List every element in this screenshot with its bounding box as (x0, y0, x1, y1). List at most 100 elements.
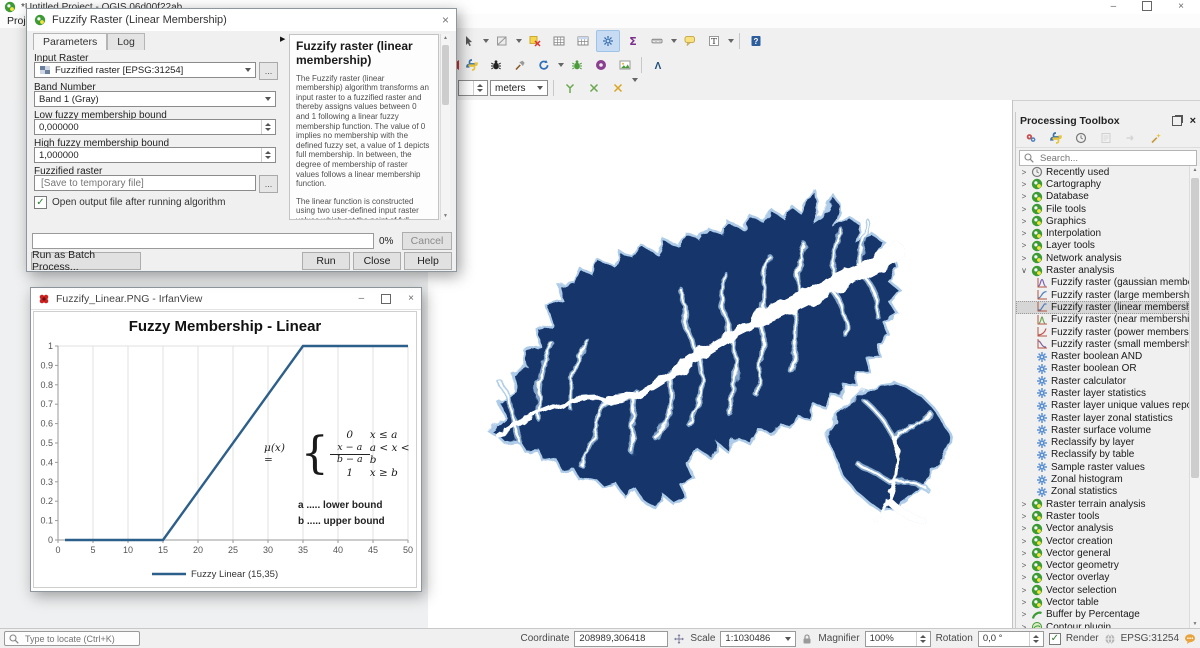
map-tips-button[interactable] (679, 31, 701, 51)
toolbox-history-button[interactable] (1070, 128, 1092, 148)
attribute-table-button[interactable] (548, 31, 570, 51)
toolbox-item-vector-overlay[interactable]: >Vector overlay (1016, 572, 1189, 584)
chevron-right-icon[interactable]: > (1020, 537, 1028, 546)
toolbox-model-file-button[interactable] (1095, 128, 1117, 148)
toolbox-item-buffer-by-percentage[interactable]: >Buffer by Percentage (1016, 609, 1189, 621)
input-raster-select[interactable]: Fuzzified raster [EPSG:31254] (34, 62, 256, 78)
iv-minimize-icon[interactable]: – (359, 293, 365, 304)
restore-icon[interactable] (1142, 1, 1152, 11)
iv-close-icon[interactable]: × (408, 293, 414, 304)
text-annotation-button-dropdown-icon[interactable] (728, 39, 734, 43)
toolbox-item-reclassify-by-table[interactable]: Reclassify by table (1016, 449, 1189, 461)
toolbox-item-vector-general[interactable]: >Vector general (1016, 547, 1189, 559)
close-button[interactable]: Close (353, 252, 401, 270)
chevron-right-icon[interactable]: > (1020, 512, 1028, 521)
toolbox-item-raster-layer-statistics[interactable]: Raster layer statistics (1016, 387, 1189, 399)
batch-process-button[interactable]: Run as Batch Process... (31, 252, 141, 270)
chevron-right-icon[interactable]: > (1020, 254, 1028, 263)
attribute-form-button[interactable] (572, 31, 594, 51)
close-panel-icon[interactable]: × (1190, 115, 1196, 127)
toolbox-scrollbar[interactable]: ▲ ▼ (1189, 166, 1200, 628)
toolbox-item-raster-layer-zonal-statistics[interactable]: Raster layer zonal statistics (1016, 412, 1189, 424)
toolbox-item-sample-raster-values[interactable]: Sample raster values (1016, 461, 1189, 473)
rotation-spinbox[interactable]: 0,0 ° (978, 631, 1044, 647)
dialog-titlebar[interactable]: Fuzzify Raster (Linear Membership) × (27, 9, 456, 31)
toolbox-edit-button[interactable] (1145, 128, 1167, 148)
tab-parameters[interactable]: Parameters (33, 33, 107, 50)
toolbox-item-vector-analysis[interactable]: >Vector analysis (1016, 523, 1189, 535)
iv-maximize-icon[interactable] (381, 294, 391, 304)
toolbox-item-raster-tools[interactable]: >Raster tools (1016, 510, 1189, 522)
chevron-right-icon[interactable]: > (1020, 192, 1028, 201)
chevron-right-icon[interactable]: > (1020, 561, 1028, 570)
plugin-bug-button[interactable] (485, 55, 507, 75)
chevron-right-icon[interactable]: > (1020, 610, 1028, 619)
toolbox-item-zonal-histogram[interactable]: Zonal histogram (1016, 473, 1189, 485)
toolbox-item-recently-used[interactable]: >Recently used (1016, 166, 1189, 178)
toolbox-item-raster-boolean-and[interactable]: Raster boolean AND (1016, 350, 1189, 362)
style-blend-button-dropdown-icon[interactable] (516, 39, 522, 43)
measure-button[interactable] (646, 31, 668, 51)
georeferencer-button[interactable] (614, 55, 636, 75)
scale-combo[interactable]: 1:1030486 (720, 631, 796, 647)
help-scrollbar[interactable]: ▲ ▼ (440, 34, 450, 220)
toolbox-item-raster-boolean-or[interactable]: Raster boolean OR (1016, 363, 1189, 375)
toolbox-item-raster-analysis[interactable]: ∨Raster analysis (1016, 264, 1189, 276)
extent-icon[interactable] (673, 633, 685, 645)
toolbox-item-reclassify-by-layer[interactable]: Reclassify by layer (1016, 437, 1189, 449)
toolbox-item-graphics[interactable]: >Graphics (1016, 215, 1189, 227)
chevron-right-icon[interactable]: > (1020, 586, 1028, 595)
toolbox-item-fuzzify-raster-gaussian-membership[interactable]: Fuzzify raster (gaussian membership) (1016, 277, 1189, 289)
toolbox-item-raster-surface-volume[interactable]: Raster surface volume (1016, 424, 1189, 436)
chevron-right-icon[interactable]: > (1020, 205, 1028, 214)
close-icon[interactable]: × (1178, 1, 1184, 12)
text-annotation-button[interactable]: T (703, 31, 725, 51)
toolbox-item-fuzzify-raster-small-membership[interactable]: Fuzzify raster (small membership) (1016, 338, 1189, 350)
plugin-disc-button[interactable] (590, 55, 612, 75)
chevron-right-icon[interactable]: > (1020, 500, 1028, 509)
statistics-summary-button[interactable]: Σ (622, 31, 644, 51)
open-output-row[interactable]: ✓ Open output file after running algorit… (34, 196, 225, 209)
magnifier-spinbox[interactable]: 100% (865, 631, 931, 647)
band-select[interactable]: Band 1 (Gray) (34, 91, 276, 107)
open-output-checkbox[interactable]: ✓ (34, 196, 47, 209)
scale-spinner[interactable] (458, 80, 488, 96)
locate-input[interactable] (23, 633, 132, 645)
toolbox-item-vector-geometry[interactable]: >Vector geometry (1016, 560, 1189, 572)
render-checkbox[interactable]: ✓ (1049, 633, 1061, 645)
processing-toolbox-button[interactable] (596, 30, 620, 52)
toolbox-item-fuzzify-raster-large-membership[interactable]: Fuzzify raster (large membership) (1016, 289, 1189, 301)
help-button[interactable]: ? (745, 31, 767, 51)
toolbox-search-input[interactable] (1038, 152, 1193, 165)
vertex-tool-gold-button[interactable] (607, 78, 629, 98)
toolbox-item-raster-calculator[interactable]: Raster calculator (1016, 375, 1189, 387)
output-browse-button[interactable]: ... (259, 175, 278, 193)
deselect-features-button[interactable] (524, 31, 546, 51)
projection-globe-icon[interactable] (1104, 633, 1116, 645)
toolbox-item-vector-selection[interactable]: >Vector selection (1016, 584, 1189, 596)
toolbox-item-fuzzify-raster-near-membership[interactable]: Fuzzify raster (near membership) (1016, 314, 1189, 326)
chevron-right-icon[interactable]: > (1020, 573, 1028, 582)
float-panel-icon[interactable] (1172, 116, 1182, 126)
toolbox-python-button[interactable] (1045, 128, 1067, 148)
chevron-right-icon[interactable]: > (1020, 217, 1028, 226)
toolbox-item-network-analysis[interactable]: >Network analysis (1016, 252, 1189, 264)
chevron-right-icon[interactable]: > (1020, 524, 1028, 533)
toolbox-search[interactable] (1019, 150, 1197, 166)
chevron-right-icon[interactable]: > (1020, 168, 1028, 177)
vertex-tool-y-button[interactable] (559, 78, 581, 98)
minimize-icon[interactable]: – (1111, 1, 1117, 12)
toolbox-item-zonal-statistics[interactable]: Zonal statistics (1016, 486, 1189, 498)
toolbox-item-fuzzify-raster-power-membership[interactable]: Fuzzify raster (power membership) (1016, 326, 1189, 338)
epsg-label[interactable]: EPSG:31254 (1121, 633, 1179, 644)
toolbox-item-cartography[interactable]: >Cartography (1016, 178, 1189, 190)
map-canvas[interactable] (428, 100, 1013, 628)
chevron-right-icon[interactable]: > (1020, 241, 1028, 250)
toolbox-item-raster-layer-unique-values-report[interactable]: Raster layer unique values report (1016, 400, 1189, 412)
toolbox-item-interpolation[interactable]: >Interpolation (1016, 227, 1189, 239)
toolbox-item-raster-terrain-analysis[interactable]: >Raster terrain analysis (1016, 498, 1189, 510)
select-features-button[interactable] (458, 31, 480, 51)
vertex-tool-x-button[interactable] (583, 78, 605, 98)
chevron-right-icon[interactable]: > (1020, 180, 1028, 189)
toolbox-item-vector-table[interactable]: >Vector table (1016, 596, 1189, 608)
